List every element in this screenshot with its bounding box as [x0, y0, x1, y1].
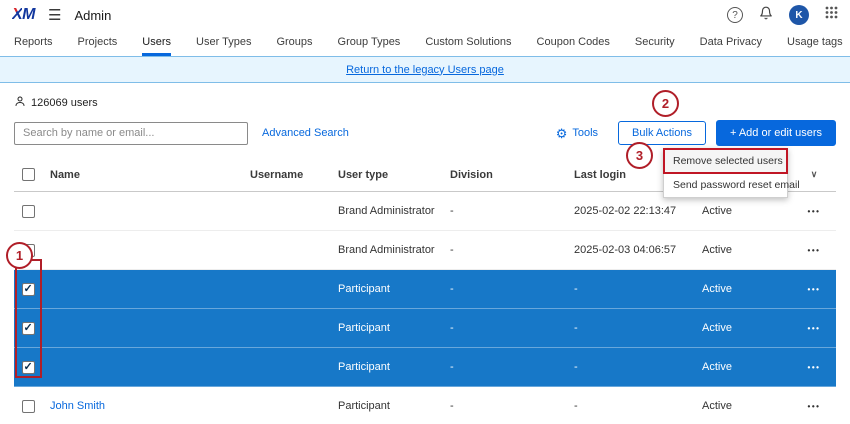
tab-group-types[interactable]: Group Types [338, 30, 401, 56]
tab-user-types[interactable]: User Types [196, 30, 251, 56]
cell-division: - [450, 244, 574, 256]
cell-division: - [450, 322, 574, 334]
bulk-actions-button[interactable]: Bulk Actions [618, 121, 706, 145]
search-input[interactable] [14, 122, 248, 145]
status-badge: Active [702, 283, 800, 295]
xm-logo: XM [12, 6, 35, 24]
tab-reports[interactable]: Reports [14, 30, 53, 56]
main-nav: Reports Projects Users User Types Groups… [0, 30, 850, 56]
cell-division: - [450, 283, 574, 295]
cell-user-type: Participant [338, 283, 450, 295]
status-badge: Active [702, 361, 800, 373]
add-or-edit-users-button[interactable]: + Add or edit users [716, 120, 836, 146]
legacy-banner: Return to the legacy Users page [0, 56, 850, 83]
legacy-users-link[interactable]: Return to the legacy Users page [346, 64, 504, 76]
annotation-step-1: 1 [6, 242, 33, 269]
tools-button[interactable]: ⚙ Tools [556, 127, 598, 140]
tab-projects[interactable]: Projects [78, 30, 118, 56]
cell-user-type: Participant [338, 361, 450, 373]
tab-security[interactable]: Security [635, 30, 675, 56]
cell-user-type: Brand Administrator [338, 244, 450, 256]
advanced-search-link[interactable]: Advanced Search [262, 127, 349, 139]
table-row: John Smith Participant - - Active [14, 387, 836, 424]
row-actions-icon[interactable] [808, 205, 821, 217]
user-count-label: 126069 users [31, 97, 98, 109]
annotation-step-3: 3 [626, 142, 653, 169]
user-count: 126069 users [14, 95, 836, 110]
cell-division: - [450, 361, 574, 373]
tab-data-privacy[interactable]: Data Privacy [700, 30, 762, 56]
hamburger-menu-icon[interactable]: ☰ [48, 6, 61, 24]
table-row: Brand Administrator - 2025-02-03 04:06:5… [14, 231, 836, 270]
bulk-actions-menu: Remove selected users Send password rese… [663, 148, 788, 198]
tab-custom-solutions[interactable]: Custom Solutions [425, 30, 511, 56]
row-actions-icon[interactable] [808, 322, 821, 334]
menu-item-remove-selected-users[interactable]: Remove selected users [664, 149, 787, 173]
cell-user-type: Participant [338, 400, 450, 412]
table-row-selected: Participant - - Active [14, 348, 836, 387]
tab-coupon-codes[interactable]: Coupon Codes [537, 30, 610, 56]
status-badge: Active [702, 400, 800, 412]
col-username[interactable]: Username [250, 169, 338, 181]
cell-last-login: 2025-02-02 22:13:47 [574, 205, 702, 217]
table-row-selected: Participant - - Active [14, 309, 836, 348]
status-badge: Active [702, 322, 800, 334]
cell-user-type: Brand Administrator [338, 205, 450, 217]
cell-user-type: Participant [338, 322, 450, 334]
users-icon [14, 95, 26, 110]
user-name-link[interactable]: John Smith [50, 400, 105, 412]
cell-division: - [450, 400, 574, 412]
notifications-bell-icon[interactable] [759, 6, 773, 25]
user-avatar[interactable]: K [789, 5, 809, 25]
cell-division: - [450, 205, 574, 217]
row-actions-icon[interactable] [808, 244, 821, 256]
status-badge: Active [702, 244, 800, 256]
cell-last-login: - [574, 400, 702, 412]
page-title: Admin [74, 8, 111, 23]
app-grid-icon[interactable] [825, 6, 838, 24]
row-checkbox[interactable] [22, 205, 35, 218]
col-user-type[interactable]: User type [338, 169, 450, 181]
header-chevron-down-icon[interactable]: ∨ [811, 169, 818, 180]
table-row-selected: Participant - - Active [14, 270, 836, 309]
col-division[interactable]: Division [450, 169, 574, 181]
row-actions-icon[interactable] [808, 361, 821, 373]
tab-usage-tags[interactable]: Usage tags [787, 30, 843, 56]
select-all-checkbox[interactable] [22, 168, 35, 181]
top-bar: XM ☰ Admin ? K [0, 0, 850, 30]
row-actions-icon[interactable] [808, 400, 821, 412]
col-name[interactable]: Name [50, 169, 250, 181]
annotation-box-checkboxes [15, 259, 42, 378]
cell-last-login: - [574, 361, 702, 373]
cell-last-login: 2025-02-03 04:06:57 [574, 244, 702, 256]
tab-groups[interactable]: Groups [276, 30, 312, 56]
cell-last-login: - [574, 283, 702, 295]
annotation-step-2: 2 [652, 90, 679, 117]
row-checkbox[interactable] [22, 400, 35, 413]
toolbar: Advanced Search ⚙ Tools Bulk Actions + A… [14, 120, 836, 146]
tab-users[interactable]: Users [142, 30, 171, 56]
status-badge: Active [702, 205, 800, 217]
row-actions-icon[interactable] [808, 283, 821, 295]
menu-item-send-password-reset[interactable]: Send password reset email [664, 173, 787, 197]
cell-last-login: - [574, 322, 702, 334]
help-icon[interactable]: ? [727, 7, 743, 23]
gear-icon: ⚙ [556, 127, 568, 140]
